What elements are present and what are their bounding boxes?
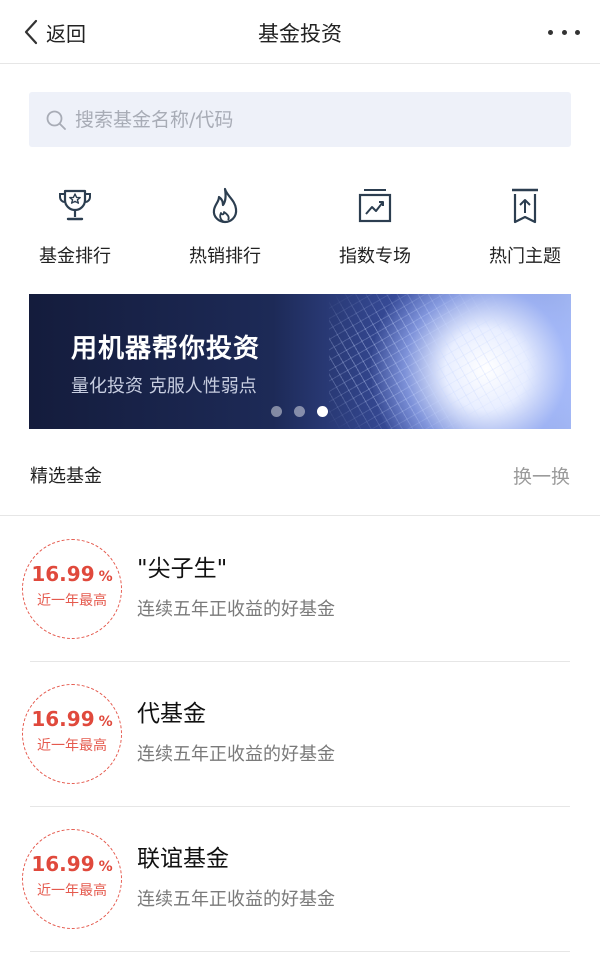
return-rate-badge: 16.99% 近一年最高 [22, 829, 122, 929]
quick-link-fund-ranking[interactable]: 基金排行 [0, 180, 150, 268]
quick-link-hot-sales[interactable]: 热销排行 [150, 180, 300, 268]
more-menu-button[interactable] [548, 22, 580, 42]
nav-bar: 返回 基金投资 [0, 0, 600, 64]
return-rate-caption: 近一年最高 [37, 738, 107, 754]
trend-chart-icon [358, 189, 392, 223]
return-rate-value: 16.99 [31, 562, 95, 586]
divider [30, 951, 570, 952]
quick-link-label: 热销排行 [189, 246, 261, 267]
pagination-dot[interactable] [271, 406, 282, 417]
search-input[interactable] [75, 108, 515, 131]
banner-pagination [271, 406, 328, 417]
more-dot-icon [575, 29, 580, 35]
flame-icon [212, 187, 238, 224]
pagination-dot[interactable] [294, 406, 305, 417]
promo-banner[interactable]: 用机器帮你投资 量化投资 克服人性弱点 [29, 294, 571, 429]
return-rate-caption: 近一年最高 [37, 883, 107, 899]
featured-funds-header: 精选基金 换一换 [0, 440, 600, 516]
return-rate-value: 16.99 [31, 707, 95, 731]
quick-link-hot-topics[interactable]: 热门主题 [450, 180, 600, 268]
fund-name: 代基金 [137, 701, 206, 727]
return-rate-unit: % [98, 714, 113, 730]
fund-name: 联谊基金 [137, 846, 229, 872]
quick-link-label: 指数专场 [339, 246, 411, 267]
fund-list-item[interactable]: 16.99% 近一年最高 联谊基金 连续五年正收益的好基金 [0, 807, 600, 952]
banner-subline: 量化投资 克服人性弱点 [71, 376, 257, 397]
quick-link-label: 热门主题 [489, 246, 561, 267]
return-rate-unit: % [98, 859, 113, 875]
section-title: 精选基金 [30, 466, 102, 487]
pagination-dot-active[interactable] [317, 406, 328, 417]
fund-description: 连续五年正收益的好基金 [137, 744, 335, 765]
search-icon [46, 110, 66, 130]
refresh-button[interactable]: 换一换 [513, 462, 570, 489]
return-rate-badge: 16.99% 近一年最高 [22, 684, 122, 784]
trophy-icon [59, 189, 91, 221]
fund-list-item[interactable]: 16.99% 近一年最高 代基金 连续五年正收益的好基金 [0, 662, 600, 807]
page-title: 基金投资 [258, 22, 342, 46]
return-rate-badge: 16.99% 近一年最高 [22, 539, 122, 639]
return-rate-unit: % [98, 569, 113, 585]
banner-robot-face-graphic [329, 294, 571, 429]
fund-name: "尖子生" [137, 556, 228, 582]
banner-headline: 用机器帮你投资 [71, 334, 261, 364]
more-dot-icon [548, 29, 553, 35]
search-bar[interactable] [29, 92, 571, 147]
fund-description: 连续五年正收益的好基金 [137, 599, 335, 620]
fund-list-item[interactable]: 16.99% 近一年最高 "尖子生" 连续五年正收益的好基金 [0, 517, 600, 662]
more-dot-icon [561, 29, 567, 35]
return-rate-caption: 近一年最高 [37, 593, 107, 609]
quick-links: 基金排行 热销排行 指数专场 热门主题 [0, 180, 600, 280]
quick-link-label: 基金排行 [39, 246, 111, 267]
quick-link-index-special[interactable]: 指数专场 [300, 180, 450, 268]
return-rate-value: 16.99 [31, 852, 95, 876]
upload-bookmark-icon [512, 188, 538, 224]
fund-description: 连续五年正收益的好基金 [137, 889, 335, 910]
